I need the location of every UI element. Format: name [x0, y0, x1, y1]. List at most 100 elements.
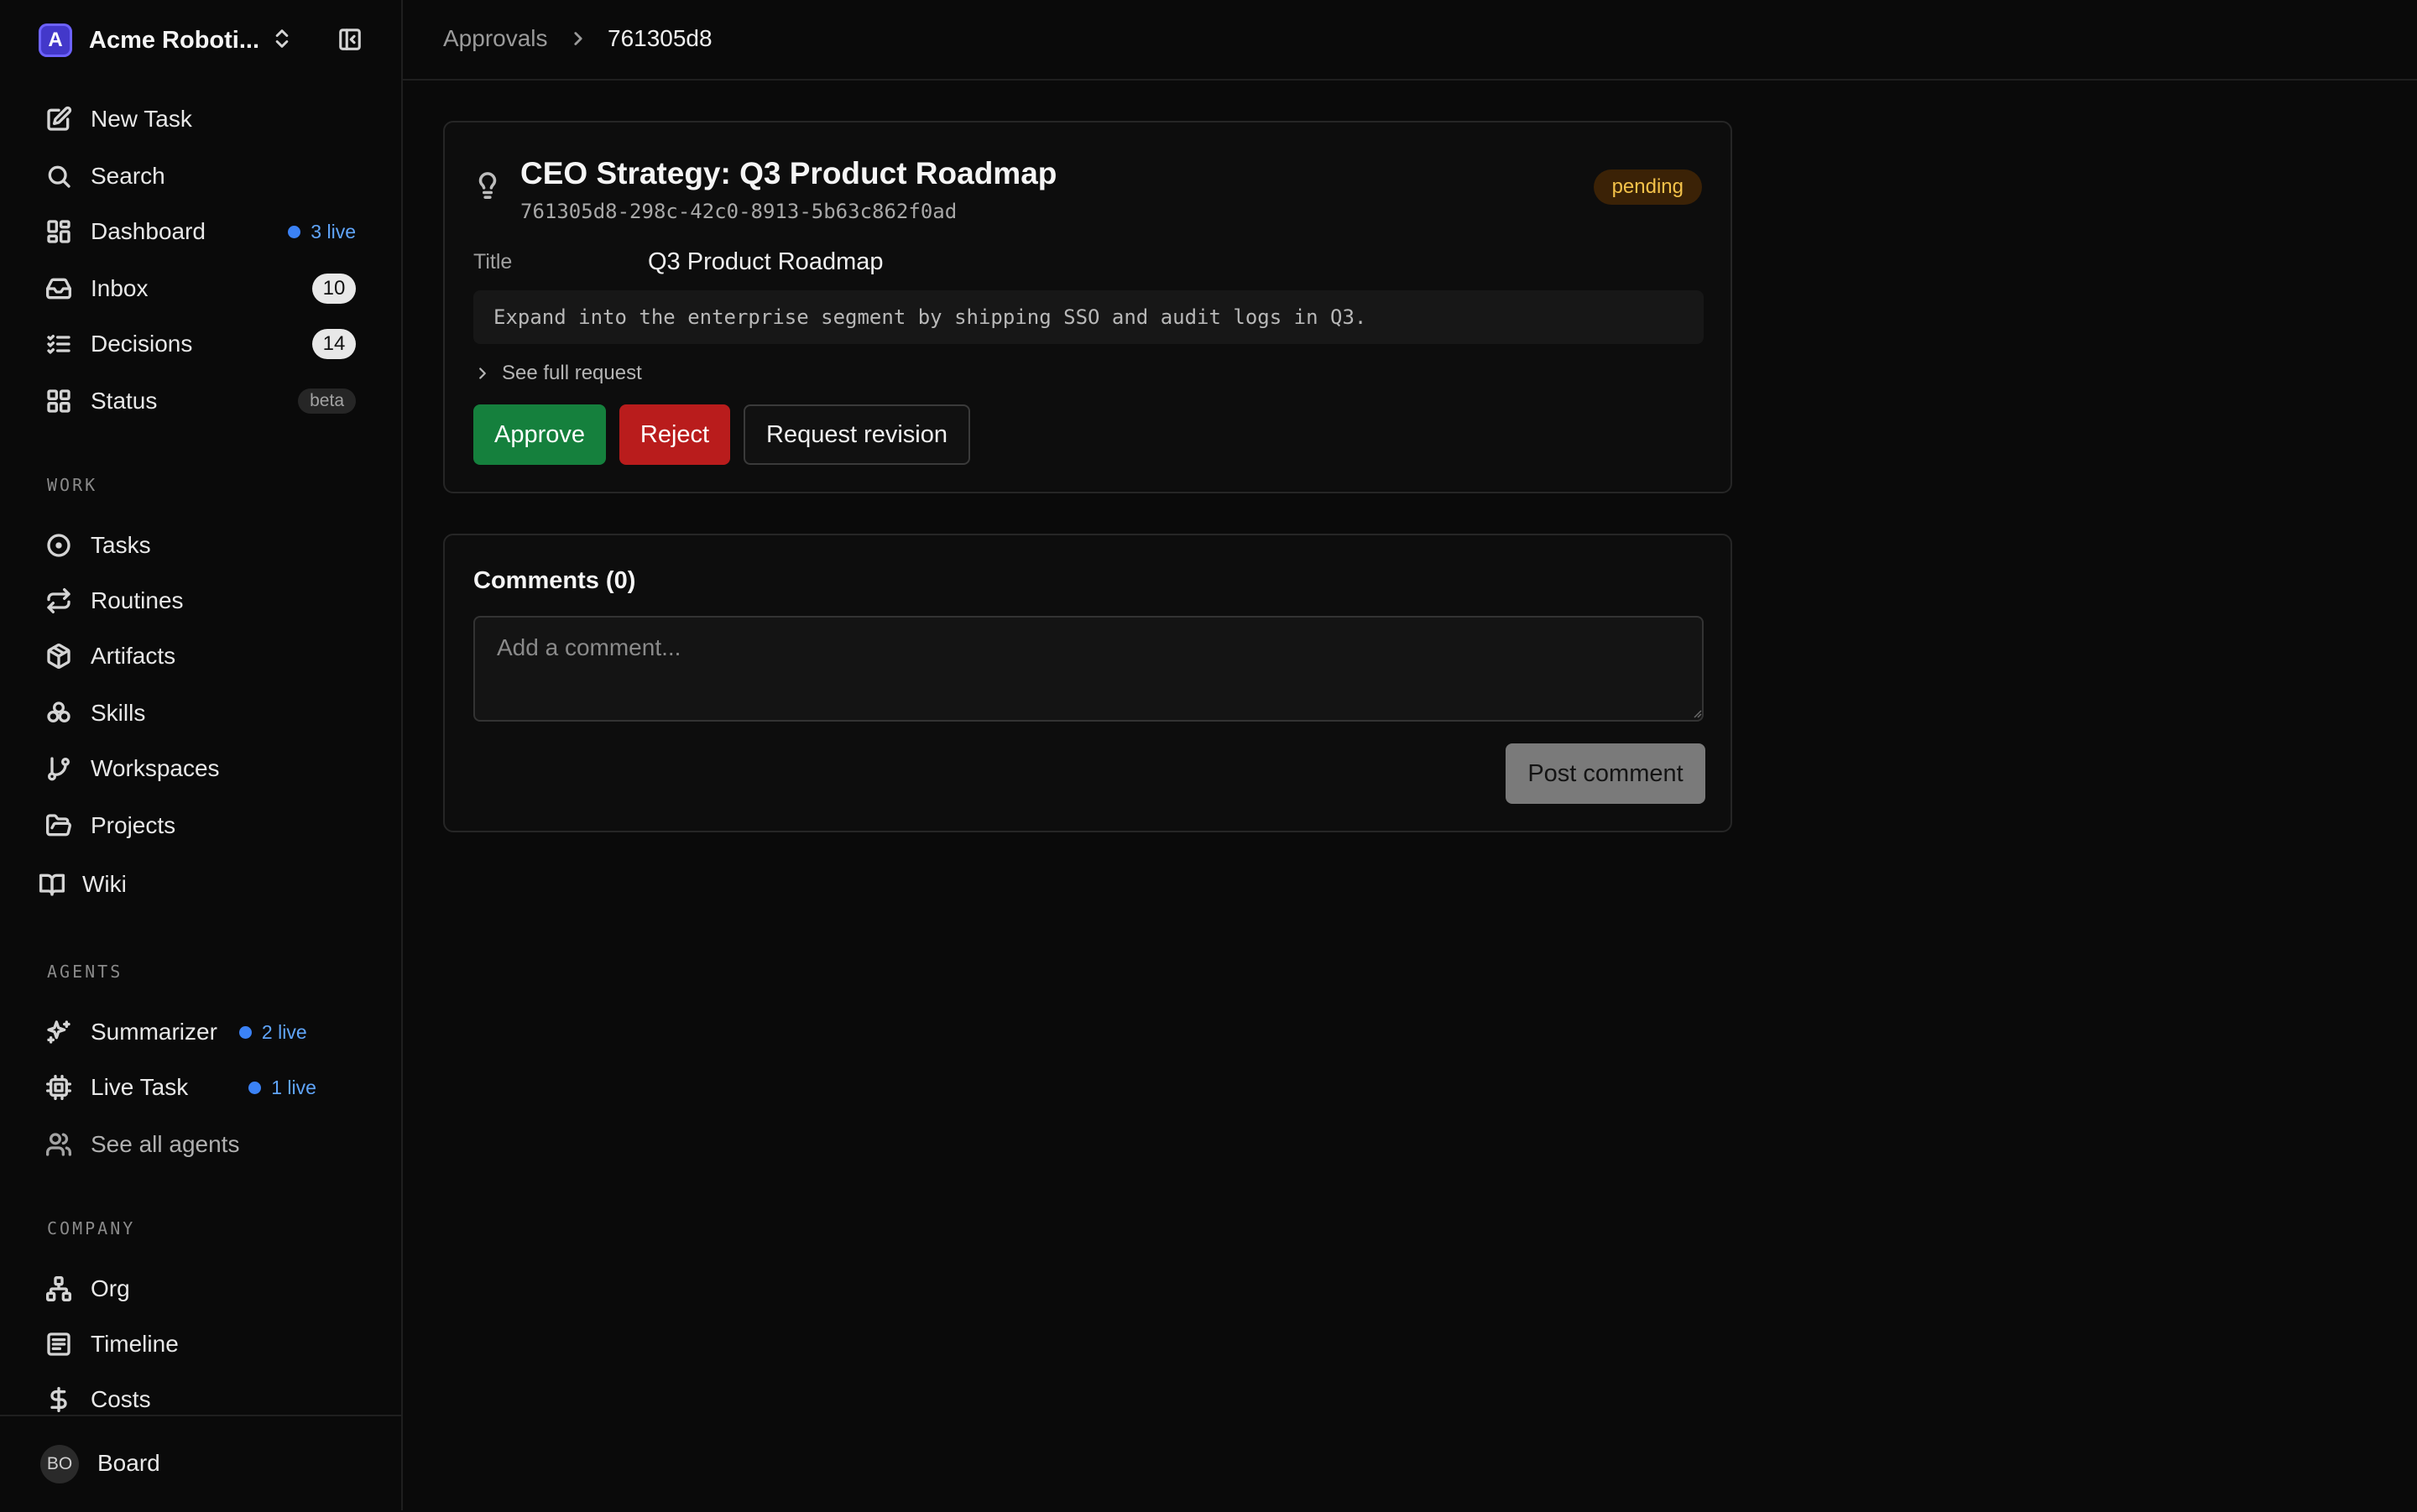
dashboard-icon: [47, 220, 70, 243]
nav-label: Summarizer: [91, 1019, 217, 1045]
book-open-icon: [39, 873, 65, 896]
nav-label: Routines: [91, 587, 184, 613]
repeat-icon: [47, 588, 70, 613]
chevrons-up-down-icon[interactable]: [270, 27, 294, 50]
field-label-title: Title: [473, 250, 513, 274]
request-description: Expand into the enterprise segment by sh…: [473, 290, 1704, 344]
chevron-right-icon: [479, 368, 486, 379]
board-label: Board: [97, 1450, 160, 1476]
section-label-agents: AGENTS: [47, 962, 123, 982]
collapse-sidebar-icon[interactable]: [337, 27, 363, 52]
section-label-company: COMPANY: [47, 1218, 136, 1238]
lightbulb-icon: [473, 171, 502, 200]
nav-costs[interactable]: Costs: [45, 1381, 356, 1418]
nav-label: Skills: [91, 700, 146, 726]
nav-label: New Task: [91, 106, 192, 132]
nav-decisions[interactable]: Decisions 14: [45, 326, 356, 362]
nav-workspaces[interactable]: Workspaces: [45, 750, 356, 787]
live-dot: [238, 1025, 252, 1039]
workspace-logo: A: [39, 23, 72, 57]
package-icon: [47, 644, 70, 669]
nav-dashboard[interactable]: Dashboard 3 live: [45, 213, 356, 250]
nav-new-task[interactable]: New Task: [45, 101, 356, 138]
breadcrumb-current: 761305d8: [608, 25, 713, 51]
avatar: BO: [40, 1445, 79, 1483]
live-dot: [288, 225, 301, 238]
live-count: 1 live: [271, 1076, 316, 1098]
workspace-switcher[interactable]: A Acme Roboti...: [39, 22, 259, 59]
nav-label: See all agents: [91, 1131, 240, 1157]
sidebar: A Acme Roboti... New Task Search Dashboa…: [0, 0, 403, 1510]
section-label-work: WORK: [47, 475, 98, 495]
resize-handle-icon[interactable]: [1692, 708, 1702, 718]
nav-label: Status: [91, 388, 158, 414]
reject-button[interactable]: Reject: [619, 404, 730, 465]
nav-skills[interactable]: Skills: [45, 695, 356, 732]
nav-artifacts[interactable]: Artifacts: [45, 638, 356, 675]
nav-label: Decisions: [91, 331, 193, 357]
workspace-name: Acme Roboti...: [89, 26, 260, 54]
timeline-icon: [47, 1332, 70, 1356]
beta-badge: beta: [298, 388, 356, 414]
nav-label: Live Task: [91, 1074, 189, 1100]
nav-routines[interactable]: Routines: [45, 582, 356, 619]
dollar-sign-icon: [50, 1387, 67, 1412]
edit-icon: [47, 106, 72, 131]
field-value-title: Q3 Product Roadmap: [648, 248, 884, 275]
nav-label: Artifacts: [91, 643, 176, 669]
nav-inbox[interactable]: Inbox 10: [45, 270, 356, 307]
comment-input[interactable]: [473, 616, 1704, 722]
approve-button[interactable]: Approve: [473, 404, 606, 465]
nav-see-all-agents[interactable]: See all agents: [45, 1126, 356, 1163]
live-count: 3 live: [311, 220, 356, 242]
approval-id: 761305d8-298c-42c0-8913-5b63c862f0ad: [520, 200, 958, 223]
nav-label: Dashboard: [91, 218, 206, 244]
comments-title: Comments (0): [473, 567, 636, 594]
boxes-icon: [47, 701, 70, 722]
see-full-request-label: See full request: [502, 362, 642, 384]
sidebar-footer[interactable]: BO Board: [0, 1415, 401, 1512]
live-dot: [248, 1081, 262, 1094]
chevron-right-icon: [567, 28, 589, 50]
nav-label: Costs: [91, 1386, 151, 1412]
nav-agent-live-task[interactable]: Live Task 1 live: [45, 1069, 356, 1106]
see-full-request-toggle[interactable]: See full request: [473, 359, 642, 388]
breadcrumb-approvals[interactable]: Approvals: [443, 25, 548, 52]
cpu-icon: [46, 1075, 71, 1100]
approval-card: CEO Strategy: Q3 Product Roadmap 761305d…: [443, 121, 1732, 493]
live-indicator: 2 live: [238, 1020, 307, 1044]
inbox-icon: [46, 278, 71, 300]
status-badge: pending: [1593, 169, 1702, 205]
nav-projects[interactable]: Projects: [45, 807, 356, 844]
nav-label: Wiki: [82, 871, 127, 897]
nav-org[interactable]: Org: [45, 1270, 356, 1307]
folder-open-icon: [46, 814, 71, 837]
git-branch-icon: [48, 757, 70, 781]
nav-wiki[interactable]: Wiki: [39, 866, 349, 903]
inbox-count-badge: 10: [312, 274, 356, 304]
top-bar: Approvals 761305d8: [403, 0, 2417, 81]
live-indicator: 3 live: [288, 221, 356, 243]
decisions-count-badge: 14: [312, 329, 356, 359]
request-revision-button[interactable]: Request revision: [744, 404, 970, 465]
users-icon: [46, 1133, 72, 1156]
comments-card: Comments (0) Post comment: [443, 534, 1732, 832]
nav-label: Org: [91, 1275, 130, 1301]
nav-label: Timeline: [91, 1331, 179, 1357]
nav-status[interactable]: Status beta: [45, 383, 356, 420]
nav-timeline[interactable]: Timeline: [45, 1326, 356, 1363]
live-count: 2 live: [261, 1020, 307, 1043]
nav-agent-summarizer[interactable]: Summarizer 2 live: [45, 1014, 356, 1051]
sparkles-icon: [47, 1020, 70, 1044]
nav-label: Search: [91, 163, 165, 189]
nav-search[interactable]: Search: [45, 158, 356, 195]
nav-tasks[interactable]: Tasks: [45, 527, 356, 564]
nav-label: Projects: [91, 812, 176, 838]
network-icon: [46, 1276, 71, 1301]
list-checks-icon: [47, 335, 70, 354]
grid-icon: [47, 389, 70, 413]
post-comment-button[interactable]: Post comment: [1506, 743, 1705, 804]
nav-label: Workspaces: [91, 755, 220, 781]
live-indicator: 1 live: [248, 1077, 316, 1099]
approval-title: CEO Strategy: Q3 Product Roadmap: [520, 156, 1057, 190]
